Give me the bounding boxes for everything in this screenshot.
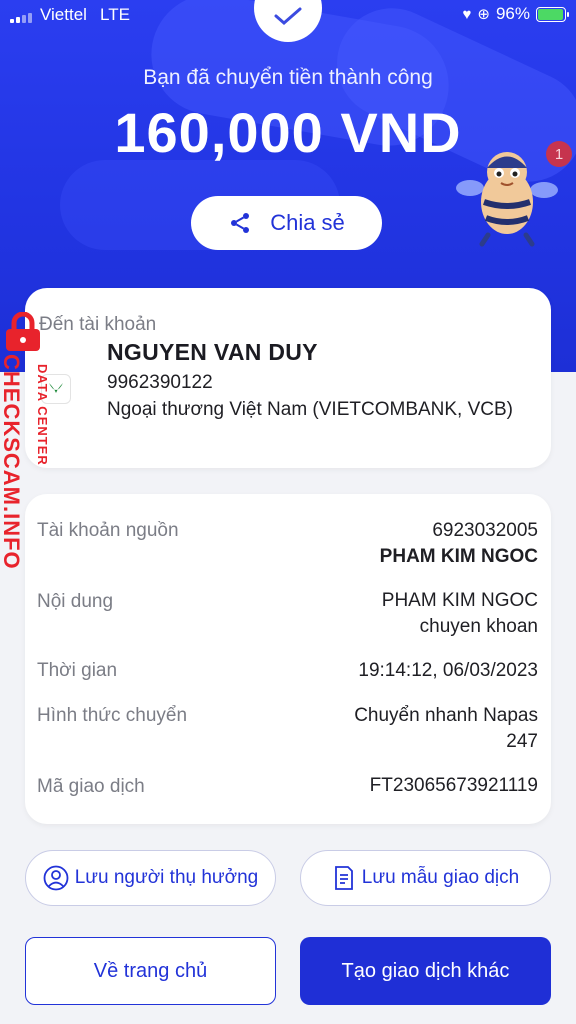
success-message: Bạn đã chuyển tiền thành công (143, 66, 433, 89)
method-line-2: 247 (506, 731, 538, 752)
template-icon (334, 866, 353, 890)
share-label: Chia sẻ (270, 210, 345, 235)
save-beneficiary-button[interactable]: Lưu người thụ hưởng (25, 850, 276, 906)
lock-icon (6, 312, 40, 351)
share-button[interactable]: Chia sẻ (191, 196, 382, 250)
carrier-name: Viettel (40, 5, 87, 24)
time-value: 19:14:12, 06/03/2023 (358, 660, 538, 681)
content-line-1: PHAM KIM NGOC (381, 590, 538, 611)
destination-card: Đến tài khoản NGUYEN VAN DUY 9962390122 … (25, 288, 551, 468)
save-template-label: Lưu mẫu giao dịch (361, 867, 520, 888)
recipient-name: NGUYEN VAN DUY (107, 339, 318, 365)
network-type: LTE (100, 5, 130, 24)
user-icon (43, 865, 69, 891)
source-account-number: 6923032005 (432, 520, 538, 541)
checkscam-watermark: CHECKSCAM.INFO DATA CENTER (0, 312, 60, 602)
content-line-2: chuyen khoan (419, 616, 538, 637)
save-beneficiary-label: Lưu người thụ hưởng (74, 867, 259, 888)
share-icon (231, 213, 250, 233)
transaction-id-label: Mã giao dịch (37, 776, 145, 797)
source-account-value: 6923032005 PHAM KIM NGOC (380, 518, 538, 570)
recipient-bank: Ngoại thương Việt Nam (VIETCOMBANK, VCB) (107, 399, 514, 420)
new-transaction-button[interactable]: Tạo giao dịch khác (300, 937, 551, 1005)
method-label: Hình thức chuyển (37, 705, 188, 726)
save-template-button[interactable]: Lưu mẫu giao dịch (300, 850, 551, 906)
method-line-1: Chuyển nhanh Napas (354, 705, 538, 726)
watermark-main-text: CHECKSCAM.INFO (0, 354, 24, 570)
battery-icon (536, 6, 569, 22)
battery-percent: 96% (495, 4, 530, 23)
method-value: Chuyển nhanh Napas 247 (354, 703, 538, 755)
heart-icon: ♥ (462, 5, 472, 23)
time-label: Thời gian (37, 660, 118, 681)
watermark-sub-text: DATA CENTER (35, 364, 50, 466)
signal-icon (10, 13, 36, 23)
source-account-name: PHAM KIM NGOC (379, 546, 538, 567)
transaction-details-card: Tài khoản nguồn 6923032005 PHAM KIM NGOC… (25, 494, 551, 824)
recipient-account: 9962390122 (107, 372, 213, 393)
content-value: PHAM KIM NGOC chuyen khoan (382, 588, 538, 640)
rotation-lock-icon: ⊕ (477, 6, 490, 23)
transaction-id-value: FT23065673921119 (369, 775, 538, 796)
notification-badge[interactable]: 1 (546, 141, 572, 167)
home-button[interactable]: Về trang chủ (25, 937, 276, 1005)
